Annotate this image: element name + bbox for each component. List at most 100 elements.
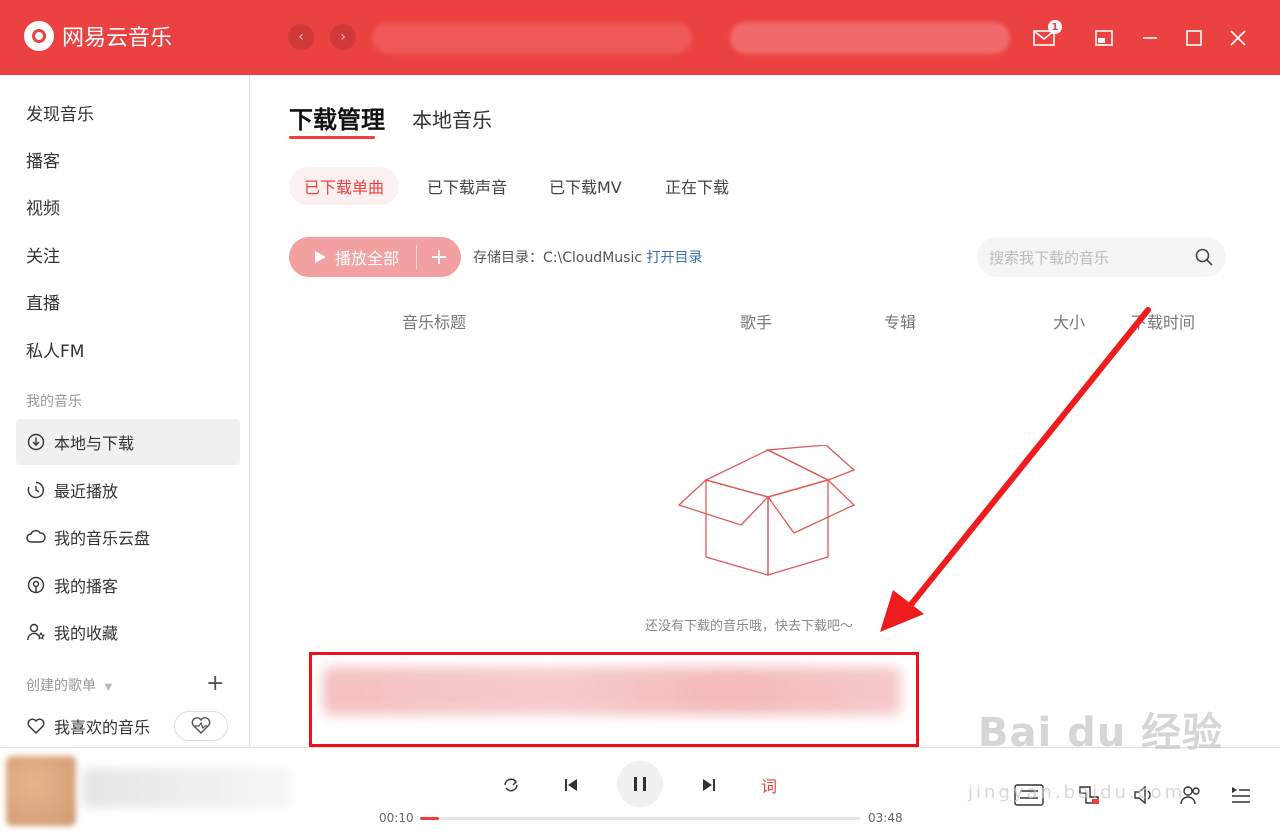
sidebar-item-label: 我喜欢的音乐 xyxy=(54,718,151,737)
play-icon xyxy=(315,251,326,263)
search-downloads-input[interactable]: 搜索我下载的音乐 xyxy=(977,237,1226,277)
sidebar-item-label: 我的收藏 xyxy=(54,624,119,643)
tab-download-manage[interactable]: 下载管理 xyxy=(289,100,385,135)
sidebar-item-cloud-disk[interactable]: 我的音乐云盘 xyxy=(16,514,240,560)
baidu-watermark: Bai du 经验 xyxy=(978,710,1224,756)
heartbeat-mode-button[interactable] xyxy=(174,711,228,741)
search-placeholder: 搜索我下载的音乐 xyxy=(989,248,1110,267)
total-time: 03:48 xyxy=(868,811,903,825)
sidebar-item-live[interactable]: 直播 xyxy=(16,278,240,324)
progress-bar[interactable] xyxy=(420,817,860,820)
created-playlists-heading[interactable]: 创建的歌单 ▼ xyxy=(26,675,112,695)
heart-icon xyxy=(26,716,46,736)
song-info-blurred xyxy=(82,768,292,808)
back-button[interactable]: ‹ xyxy=(288,24,314,50)
play-all-label: 播放全部 xyxy=(335,249,400,268)
column-header-size[interactable]: 大小 xyxy=(1053,309,1085,333)
empty-state-message: 还没有下载的音乐哦，快去下载吧～ xyxy=(645,619,854,634)
netease-logo-icon xyxy=(24,21,54,51)
storage-path: 存储目录：C:\CloudMusic xyxy=(473,250,643,266)
podcast-icon xyxy=(26,575,46,595)
sidebar-item-discover[interactable]: 发现音乐 xyxy=(16,89,240,135)
mail-button[interactable]: 1 xyxy=(1030,20,1062,52)
add-all-to-playlist-button[interactable]: + xyxy=(417,245,461,270)
sidebar-item-label: 播客 xyxy=(26,151,60,172)
subtab-downloading[interactable]: 正在下载 xyxy=(650,167,744,205)
maximize-icon xyxy=(1186,30,1202,46)
blurred-lyrics-text xyxy=(323,667,901,715)
mini-mode-icon xyxy=(1095,30,1113,46)
sidebar-item-label: 私人FM xyxy=(26,341,85,362)
user-info-blurred[interactable] xyxy=(730,22,1010,54)
close-button[interactable] xyxy=(1224,24,1252,52)
column-header-title[interactable]: 音乐标题 xyxy=(402,309,466,333)
heartbeat-icon xyxy=(191,717,211,734)
sidebar: 发现音乐 播客 视频 关注 直播 私人FM 我的音乐 本地与下载 最近播放 我的… xyxy=(0,75,250,747)
sidebar-item-video[interactable]: 视频 xyxy=(16,183,240,229)
sidebar-item-label: 发现音乐 xyxy=(26,104,94,125)
storage-directory: 存储目录：C:\CloudMusic 打开目录 xyxy=(473,247,703,267)
current-time: 00:10 xyxy=(379,811,414,825)
sidebar-item-label: 本地与下载 xyxy=(54,434,135,453)
active-tab-indicator xyxy=(289,136,375,139)
subtab-downloaded-sounds[interactable]: 已下载声音 xyxy=(412,167,522,205)
lyrics-button[interactable]: 词 xyxy=(754,770,784,800)
lyrics-label: 词 xyxy=(760,777,777,796)
open-directory-link[interactable]: 打开目录 xyxy=(647,250,703,266)
subtab-downloaded-songs[interactable]: 已下载单曲 xyxy=(289,167,400,205)
album-cover[interactable] xyxy=(6,756,76,826)
playlist-icon xyxy=(1232,787,1250,803)
sidebar-item-label: 关注 xyxy=(26,246,60,267)
minimize-button[interactable] xyxy=(1136,24,1164,52)
history-icon xyxy=(26,480,46,500)
baidu-watermark-url: jingyan.baidu.com xyxy=(968,782,1186,803)
column-header-download-time[interactable]: 下载时间 xyxy=(1131,309,1195,333)
search-bar-blurred[interactable] xyxy=(372,22,692,54)
tab-local-music[interactable]: 本地音乐 xyxy=(412,104,492,133)
empty-box-icon xyxy=(677,445,856,576)
caret-down-icon: ▼ xyxy=(104,682,113,693)
sidebar-item-private-fm[interactable]: 私人FM xyxy=(16,326,240,372)
pause-button[interactable] xyxy=(617,761,663,807)
user-star-icon xyxy=(26,622,46,642)
cloud-icon xyxy=(26,527,46,547)
sidebar-item-follow[interactable]: 关注 xyxy=(16,231,240,277)
playlist-queue-button[interactable] xyxy=(1226,780,1256,810)
my-music-heading: 我的音乐 xyxy=(26,394,82,410)
app-logo[interactable]: 网易云音乐 xyxy=(24,20,172,52)
forward-button[interactable]: › xyxy=(330,24,356,50)
sidebar-item-my-podcast[interactable]: 我的播客 xyxy=(16,562,240,608)
pause-icon xyxy=(634,777,646,791)
sidebar-item-label: 视频 xyxy=(26,198,60,219)
next-button[interactable] xyxy=(694,770,724,800)
close-icon xyxy=(1230,30,1246,46)
sidebar-item-collection[interactable]: 我的收藏 xyxy=(16,609,240,655)
subtab-downloaded-mv[interactable]: 已下载MV xyxy=(534,167,637,205)
mini-mode-button[interactable] xyxy=(1090,24,1118,52)
created-playlists-label: 创建的歌单 xyxy=(26,678,96,694)
previous-button[interactable] xyxy=(556,770,586,800)
next-icon xyxy=(703,779,715,791)
column-header-album[interactable]: 专辑 xyxy=(884,309,916,333)
download-icon xyxy=(26,432,46,452)
chevron-right-icon: › xyxy=(340,29,346,45)
sidebar-item-label: 最近播放 xyxy=(54,482,119,501)
title-bar: 网易云音乐 ‹ › 1 xyxy=(0,0,1280,75)
column-header-artist[interactable]: 歌手 xyxy=(740,309,772,333)
sidebar-item-recent[interactable]: 最近播放 xyxy=(16,467,240,513)
app-title: 网易云音乐 xyxy=(62,26,173,51)
play-all-button[interactable]: 播放全部 + xyxy=(289,237,461,277)
loop-icon xyxy=(504,778,518,792)
sidebar-item-local-download[interactable]: 本地与下载 xyxy=(16,419,240,465)
sidebar-item-label: 我的音乐云盘 xyxy=(54,529,151,548)
loop-mode-button[interactable] xyxy=(496,770,526,800)
maximize-button[interactable] xyxy=(1180,24,1208,52)
search-icon[interactable] xyxy=(1194,247,1214,267)
main-content: 下载管理 本地音乐 已下载单曲 已下载声音 已下载MV 正在下载 播放全部 + … xyxy=(251,75,1280,747)
add-playlist-button[interactable]: + xyxy=(206,671,224,696)
chevron-left-icon: ‹ xyxy=(298,29,304,45)
sidebar-item-podcast[interactable]: 播客 xyxy=(16,136,240,182)
mail-badge: 1 xyxy=(1048,20,1062,34)
sidebar-item-label: 直播 xyxy=(26,293,60,314)
progress-fill xyxy=(420,817,440,820)
